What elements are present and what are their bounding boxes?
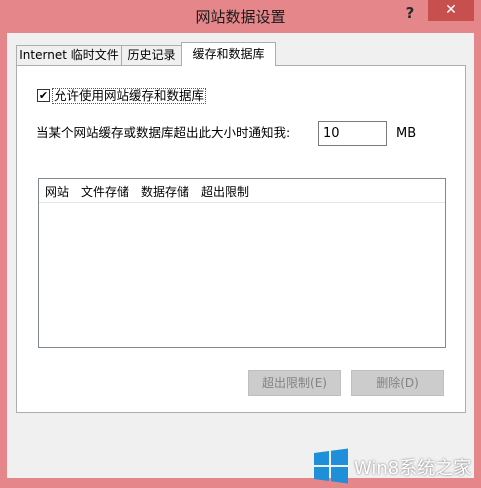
delete-button[interactable]: 删除(D): [351, 370, 444, 396]
dialog-client-area: Internet 临时文件 历史记录 缓存和数据库 ✔ 允许使用网站缓存和数据库…: [7, 33, 474, 478]
checkmark-icon: ✔: [38, 89, 49, 102]
column-header-data-storage[interactable]: 数据存储: [141, 183, 189, 200]
exceed-limit-button[interactable]: 超出限制(E): [248, 370, 341, 396]
watermark: Win8系统之家: [306, 443, 481, 488]
watermark-text: Win8系统之家: [354, 458, 472, 479]
size-unit-label: MB: [396, 126, 417, 141]
tab-label: Internet 临时文件: [19, 48, 119, 62]
column-header-file-storage[interactable]: 文件存储: [81, 183, 129, 200]
close-icon: ✕: [445, 2, 457, 18]
website-data-list[interactable]: 网站 文件存储 数据存储 超出限制: [38, 178, 446, 348]
notify-size-label: 当某个网站缓存或数据库超出此大小时通知我:: [36, 125, 291, 140]
tab-internet-temp-files[interactable]: Internet 临时文件: [16, 45, 122, 65]
allow-cache-label[interactable]: 允许使用网站缓存和数据库: [52, 88, 207, 104]
column-header-website[interactable]: 网站: [45, 183, 69, 200]
cache-tab-panel: ✔ 允许使用网站缓存和数据库 当某个网站缓存或数据库超出此大小时通知我: 10 …: [16, 65, 466, 413]
title-bar[interactable]: 网站数据设置 ? ✕: [0, 0, 481, 33]
tab-label: 缓存和数据库: [192, 47, 265, 61]
tab-cache-and-databases[interactable]: 缓存和数据库: [181, 42, 276, 66]
allow-cache-checkbox[interactable]: ✔: [37, 89, 50, 102]
help-button[interactable]: ?: [398, 2, 422, 24]
column-header-exceeds-limit[interactable]: 超出限制: [201, 183, 249, 200]
tab-label: 历史记录: [127, 48, 176, 62]
windows-logo-icon: [314, 448, 348, 484]
list-header: 网站 文件存储 数据存储 超出限制: [39, 179, 445, 203]
size-limit-input[interactable]: 10: [318, 121, 387, 146]
close-button[interactable]: ✕: [428, 0, 474, 21]
tab-history[interactable]: 历史记录: [121, 45, 182, 65]
dialog-window: 网站数据设置 ? ✕ Internet 临时文件 历史记录 缓存和数据库 ✔ 允…: [0, 0, 481, 488]
